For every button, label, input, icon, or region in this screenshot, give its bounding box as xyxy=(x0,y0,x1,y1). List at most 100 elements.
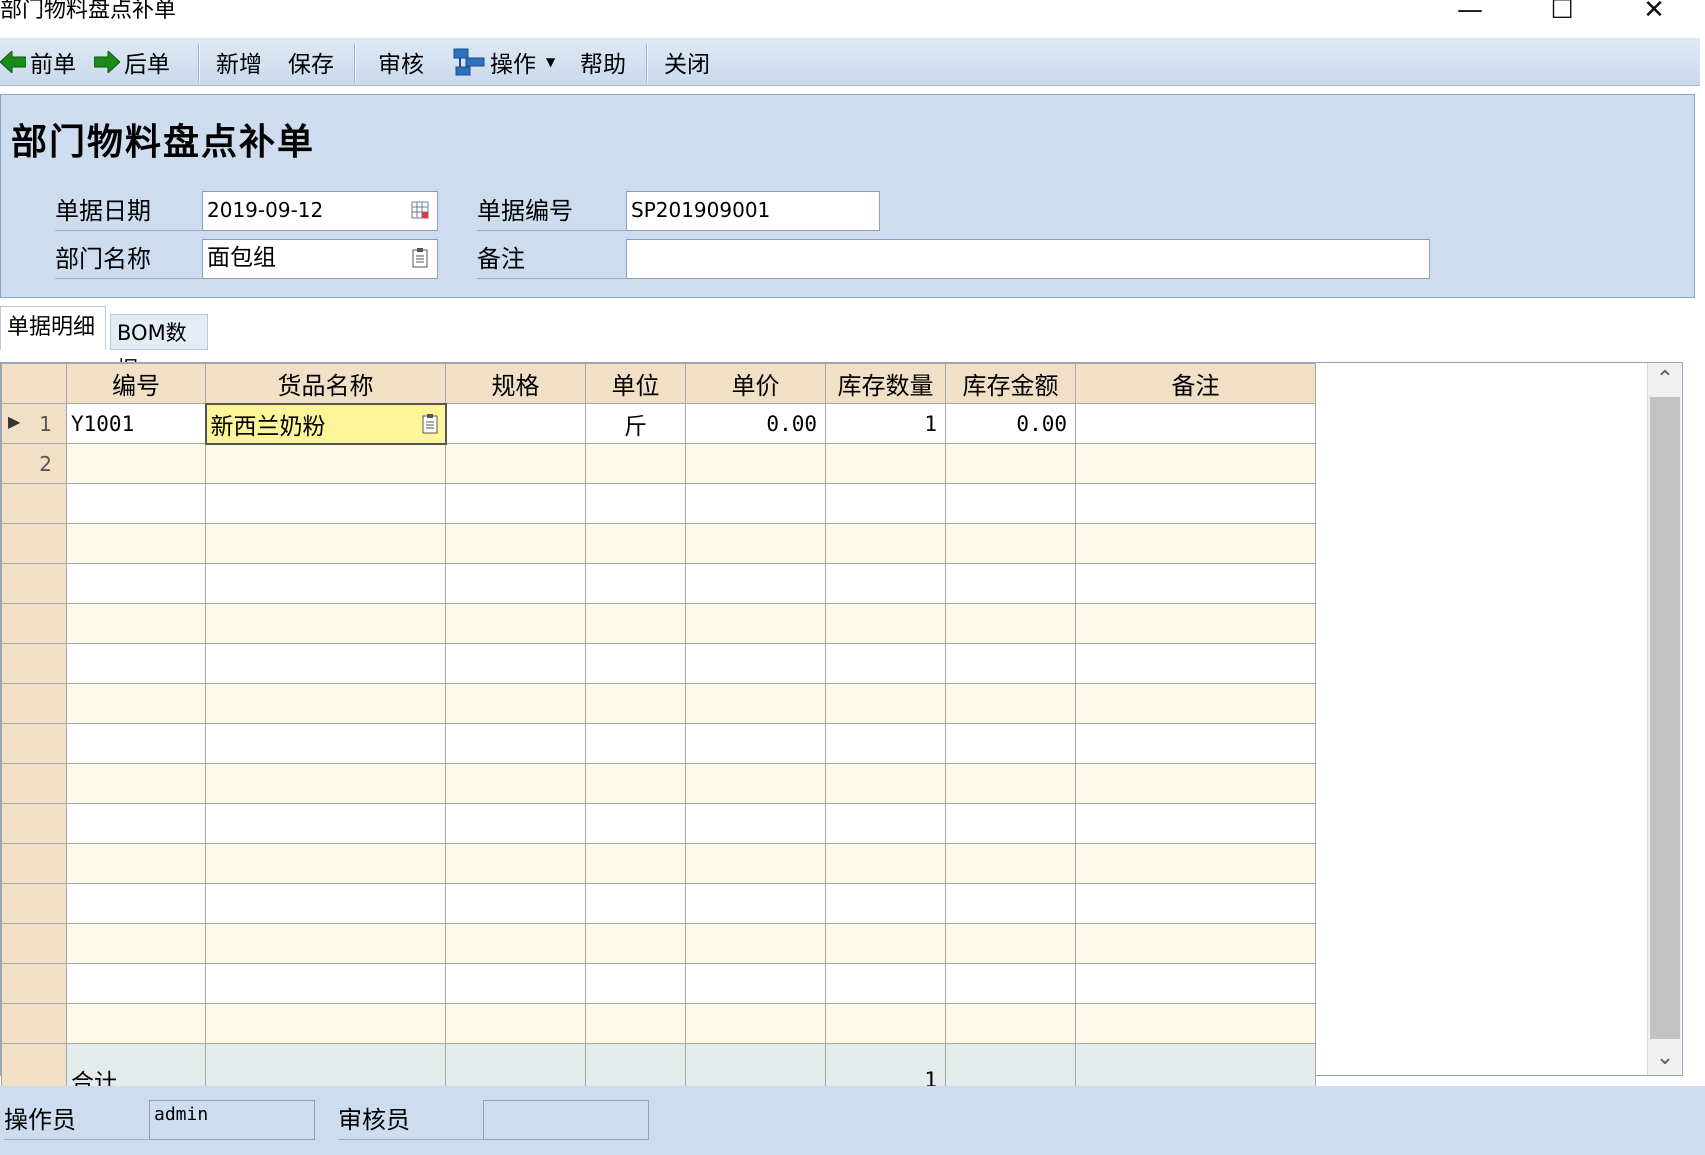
empty-cell[interactable] xyxy=(825,723,946,764)
empty-cell[interactable] xyxy=(945,1003,1076,1044)
row-indicator[interactable] xyxy=(1,803,67,844)
row-indicator[interactable] xyxy=(1,883,67,924)
empty-cell[interactable] xyxy=(1075,883,1316,924)
empty-cell[interactable] xyxy=(945,963,1076,1004)
vertical-scrollbar[interactable]: ⌃ ⌄ xyxy=(1647,363,1681,1075)
empty-row[interactable] xyxy=(1,843,1316,884)
empty-cell[interactable] xyxy=(66,723,206,764)
empty-cell[interactable] xyxy=(825,483,946,524)
empty-cell[interactable] xyxy=(945,803,1076,844)
close-button[interactable]: 关闭 xyxy=(664,46,710,78)
row-indicator[interactable] xyxy=(1,923,67,964)
docno-field[interactable]: SP201909001 xyxy=(626,191,880,231)
empty-row[interactable] xyxy=(1,683,1316,724)
empty-cell[interactable] xyxy=(825,883,946,924)
cell-spec[interactable] xyxy=(445,403,586,444)
remark-field[interactable] xyxy=(626,239,1430,279)
empty-cell[interactable] xyxy=(66,683,206,724)
empty-row[interactable] xyxy=(1,763,1316,804)
column-header[interactable]: 单价 xyxy=(685,363,826,404)
empty-cell[interactable] xyxy=(445,963,586,1004)
empty-row[interactable] xyxy=(1,643,1316,684)
empty-cell[interactable] xyxy=(685,523,826,564)
next-button[interactable]: 后单 xyxy=(94,46,170,78)
table-row[interactable]: 2 xyxy=(1,443,1316,484)
empty-cell[interactable] xyxy=(685,643,826,684)
empty-cell[interactable] xyxy=(945,883,1076,924)
empty-cell[interactable] xyxy=(1075,763,1316,804)
empty-cell[interactable] xyxy=(66,963,206,1004)
cell-price[interactable]: 0.00 xyxy=(685,403,826,444)
empty-cell[interactable] xyxy=(445,923,586,964)
table-row[interactable]: ▶ 1 Y1001 新西兰奶粉 斤 0.00 1 0.00 xyxy=(1,402,1316,445)
empty-row[interactable] xyxy=(1,563,1316,604)
empty-cell[interactable] xyxy=(585,963,686,1004)
row-indicator[interactable] xyxy=(1,563,67,604)
empty-cell[interactable] xyxy=(945,523,1076,564)
empty-row[interactable] xyxy=(1,723,1316,764)
empty-cell[interactable] xyxy=(685,883,826,924)
empty-cell[interactable] xyxy=(585,1003,686,1044)
empty-cell[interactable] xyxy=(1075,803,1316,844)
empty-row[interactable] xyxy=(1,883,1316,924)
empty-cell[interactable] xyxy=(205,963,446,1004)
empty-cell[interactable] xyxy=(445,843,586,884)
empty-cell[interactable] xyxy=(585,683,686,724)
empty-cell[interactable] xyxy=(945,643,1076,684)
tab-detail[interactable]: 单据明细 xyxy=(0,306,106,350)
empty-cell[interactable] xyxy=(205,643,446,684)
empty-cell[interactable] xyxy=(66,923,206,964)
cell-price[interactable] xyxy=(685,443,826,484)
empty-cell[interactable] xyxy=(205,923,446,964)
empty-cell[interactable] xyxy=(685,563,826,604)
cell-spec[interactable] xyxy=(445,443,586,484)
empty-cell[interactable] xyxy=(205,803,446,844)
row-indicator[interactable]: ▶ 1 xyxy=(1,403,67,444)
empty-cell[interactable] xyxy=(945,843,1076,884)
empty-cell[interactable] xyxy=(685,843,826,884)
empty-cell[interactable] xyxy=(205,683,446,724)
row-indicator[interactable] xyxy=(1,723,67,764)
empty-cell[interactable] xyxy=(945,483,1076,524)
row-number[interactable]: 2 xyxy=(1,443,67,484)
empty-cell[interactable] xyxy=(825,523,946,564)
help-button[interactable]: 帮助 xyxy=(580,46,626,78)
empty-cell[interactable] xyxy=(445,803,586,844)
empty-cell[interactable] xyxy=(66,763,206,804)
empty-cell[interactable] xyxy=(945,683,1076,724)
empty-cell[interactable] xyxy=(585,523,686,564)
row-indicator[interactable] xyxy=(1,603,67,644)
cell-name[interactable]: 新西兰奶粉 xyxy=(204,402,447,445)
empty-cell[interactable] xyxy=(945,603,1076,644)
empty-cell[interactable] xyxy=(1075,483,1316,524)
empty-cell[interactable] xyxy=(825,643,946,684)
empty-cell[interactable] xyxy=(945,563,1076,604)
empty-cell[interactable] xyxy=(445,883,586,924)
empty-cell[interactable] xyxy=(585,763,686,804)
calendar-icon[interactable] xyxy=(411,200,429,220)
empty-cell[interactable] xyxy=(585,483,686,524)
empty-cell[interactable] xyxy=(445,1003,586,1044)
empty-row[interactable] xyxy=(1,923,1316,964)
empty-cell[interactable] xyxy=(585,723,686,764)
tab-bom[interactable]: BOM数据 xyxy=(110,314,208,381)
cell-note[interactable] xyxy=(1075,443,1316,484)
column-header[interactable]: 库存数量 xyxy=(825,363,946,404)
empty-cell[interactable] xyxy=(685,1003,826,1044)
empty-cell[interactable] xyxy=(685,963,826,1004)
empty-cell[interactable] xyxy=(205,1003,446,1044)
prev-button[interactable]: 前单 xyxy=(0,46,76,78)
empty-cell[interactable] xyxy=(445,763,586,804)
close-window-button[interactable]: ✕ xyxy=(1624,0,1684,30)
dept-field[interactable]: 面包组 xyxy=(202,239,438,279)
empty-cell[interactable] xyxy=(445,523,586,564)
empty-cell[interactable] xyxy=(1075,843,1316,884)
empty-cell[interactable] xyxy=(1075,923,1316,964)
column-header[interactable]: 规格 xyxy=(445,363,586,404)
empty-cell[interactable] xyxy=(205,763,446,804)
empty-cell[interactable] xyxy=(205,563,446,604)
empty-cell[interactable] xyxy=(825,963,946,1004)
save-button[interactable]: 保存 xyxy=(288,46,334,78)
empty-cell[interactable] xyxy=(66,883,206,924)
column-header[interactable]: 备注 xyxy=(1075,363,1316,404)
